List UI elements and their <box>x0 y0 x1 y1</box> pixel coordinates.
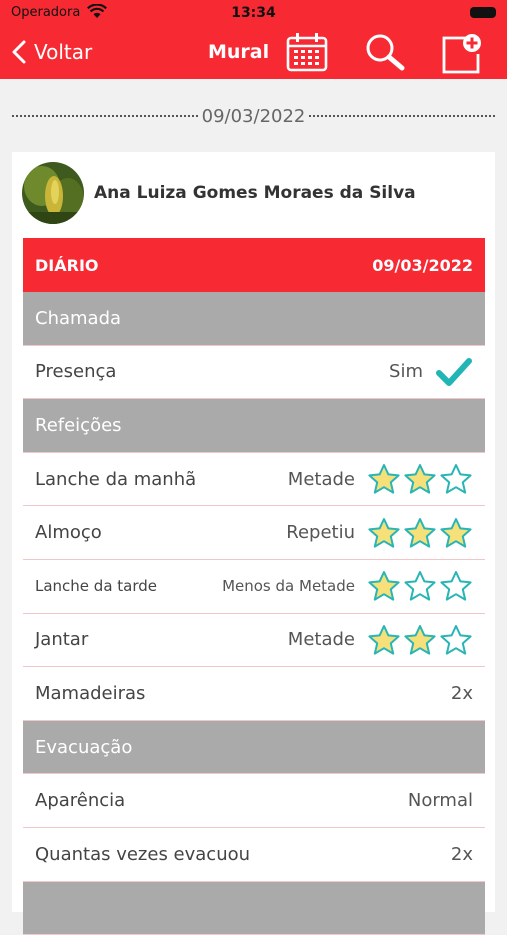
star-filled-icon <box>368 517 400 548</box>
row-value: Metade <box>287 629 355 651</box>
star-filled-icon <box>368 571 400 601</box>
page-title: Mural <box>208 41 270 63</box>
section-label: Evacuação <box>35 736 133 758</box>
row-label: Presença <box>35 361 117 383</box>
post-card: Ana Luiza Gomes Moraes da Silva DIÁRIO 0… <box>12 152 495 935</box>
star-rating <box>367 517 473 549</box>
star-rating <box>367 463 473 495</box>
row-meal: Lanche da tarde Menos da Metade <box>23 560 485 614</box>
star-filled-icon <box>368 464 400 494</box>
row-label: Lanche da manhã <box>35 468 197 490</box>
row-value: 2x <box>450 843 473 865</box>
checkmark-icon <box>436 357 472 386</box>
row-label: Aparência <box>35 790 126 812</box>
row-label: Jantar <box>35 629 89 651</box>
star-filled-icon <box>368 624 400 655</box>
avatar <box>22 162 84 224</box>
row-quantas-vezes: Quantas vezes evacuou 2x <box>23 828 485 882</box>
section-next <box>23 881 485 935</box>
row-label: Quantas vezes evacuou <box>35 843 251 865</box>
row-meal: Jantar Metade <box>23 614 485 668</box>
date-separator-label: 09/03/2022 <box>201 105 306 127</box>
diary-rows: Chamada Presença Sim Refeições Lanche da… <box>23 292 485 935</box>
row-value: Repetiu <box>286 522 355 544</box>
profile-header: Ana Luiza Gomes Moraes da Silva <box>22 162 416 224</box>
section-chamada: Chamada <box>23 292 485 346</box>
section-label: Refeições <box>35 414 122 436</box>
star-filled-icon <box>404 517 436 548</box>
chevron-left-icon <box>12 40 26 64</box>
divider <box>12 115 198 117</box>
star-empty-icon <box>404 571 436 601</box>
star-empty-icon <box>440 464 472 494</box>
star-filled-icon <box>404 464 436 494</box>
row-value: 2x <box>450 682 473 704</box>
section-refeicoes: Refeições <box>23 399 485 453</box>
row-mamadeiras: Mamadeiras 2x <box>23 667 485 721</box>
clock: 13:34 <box>231 5 276 21</box>
divider <box>309 115 495 117</box>
star-rating <box>367 624 473 656</box>
section-label: Chamada <box>35 307 122 329</box>
battery-icon <box>470 7 496 18</box>
calendar-icon[interactable] <box>285 32 329 72</box>
diary-label: DIÁRIO <box>35 255 99 275</box>
search-icon[interactable] <box>362 32 406 72</box>
diary-date: 09/03/2022 <box>372 255 473 275</box>
row-meal: Lanche da manhã Metade <box>23 453 485 507</box>
row-aparencia: Aparência Normal <box>23 774 485 828</box>
nav-bar: Voltar Mural <box>0 26 507 79</box>
new-post-icon[interactable] <box>440 32 484 74</box>
star-empty-icon <box>440 571 472 601</box>
row-value: Metade <box>287 468 355 490</box>
back-button[interactable]: Voltar <box>12 35 92 69</box>
profile-name: Ana Luiza Gomes Moraes da Silva <box>94 183 416 203</box>
diary-header: DIÁRIO 09/03/2022 <box>23 238 485 292</box>
star-rating <box>367 570 473 602</box>
avatar-image <box>22 162 84 224</box>
status-bar: Operadora 13:34 <box>0 0 507 26</box>
row-value: Normal <box>407 790 473 812</box>
star-filled-icon <box>440 517 472 548</box>
star-filled-icon <box>404 624 436 655</box>
row-label: Mamadeiras <box>35 682 146 704</box>
date-separator: 09/03/2022 <box>12 104 495 128</box>
row-label: Lanche da tarde <box>35 577 158 596</box>
row-label: Almoço <box>35 522 102 544</box>
row-meal: Almoço Repetiu <box>23 506 485 560</box>
row-presenca: Presença Sim <box>23 346 485 400</box>
row-value: Sim <box>389 361 423 383</box>
section-evacuacao: Evacuação <box>23 720 485 775</box>
star-empty-icon <box>440 624 472 655</box>
row-value: Menos da Metade <box>222 577 355 596</box>
back-label: Voltar <box>34 40 93 64</box>
